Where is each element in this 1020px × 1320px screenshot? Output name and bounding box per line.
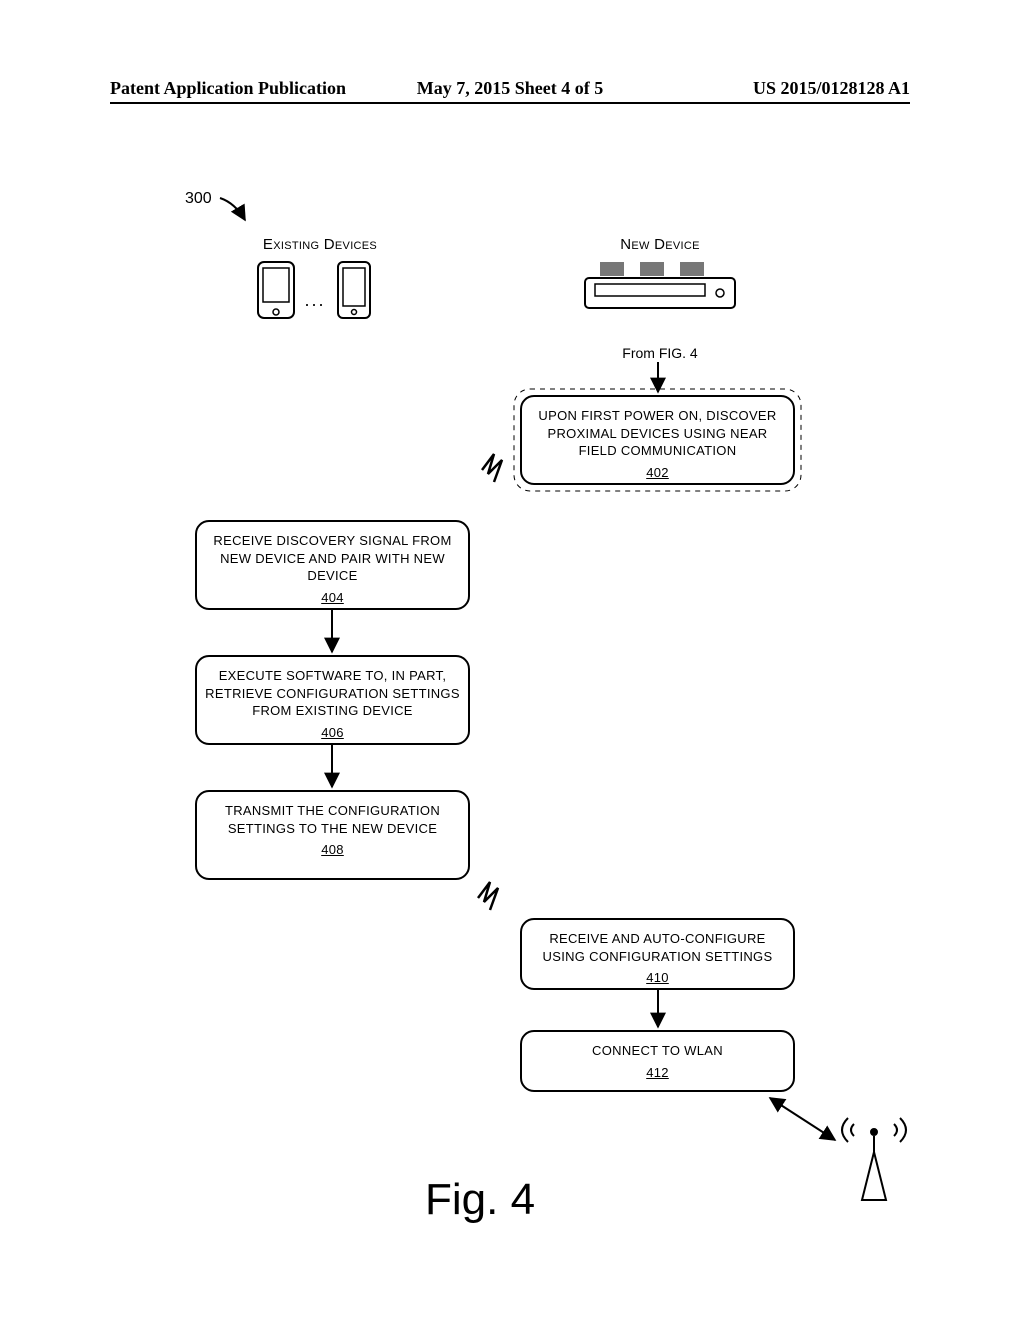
page: Patent Application Publication May 7, 20… <box>0 0 1020 1320</box>
box-406: Execute software to, in part, retrieve c… <box>195 655 470 745</box>
box-404: Receive discovery signal from new device… <box>195 520 470 610</box>
box-410: Receive and Auto-configure using configu… <box>520 918 795 990</box>
header-center: May 7, 2015 Sheet 4 of 5 <box>110 78 910 99</box>
box-402: Upon first power on, discover proximal d… <box>520 395 795 485</box>
box-406-text: Execute software to, in part, retrieve c… <box>205 668 460 718</box>
new-device-label: New Device <box>590 236 730 253</box>
settop-icon <box>585 262 735 308</box>
from-fig-label: From FIG. 4 <box>605 345 715 361</box>
box-404-ref: 404 <box>205 589 460 607</box>
phone-icon-1 <box>258 262 294 318</box>
box-410-text: Receive and Auto-configure using configu… <box>543 931 773 964</box>
phone-icon-2 <box>338 262 370 318</box>
existing-devices-label: Existing Devices <box>235 236 405 253</box>
antenna-icon <box>842 1118 906 1200</box>
box-402-ref: 402 <box>530 464 785 482</box>
box-408-ref: 408 <box>205 841 460 859</box>
box-406-ref: 406 <box>205 724 460 742</box>
box-404-text: Receive discovery signal from new device… <box>213 533 451 583</box>
spark-icon-1 <box>482 454 502 482</box>
box-412-text: Connect to WLAN <box>592 1043 723 1058</box>
box-408: Transmit the configuration settings to t… <box>195 790 470 880</box>
header-rule <box>110 102 910 104</box>
figure-caption: Fig. 4 <box>425 1175 535 1225</box>
box-408-text: Transmit the configuration settings to t… <box>225 803 440 836</box>
spark-icon-2 <box>478 882 498 910</box>
ellipsis: ... <box>300 290 330 311</box>
box-402-text: Upon first power on, discover proximal d… <box>538 408 776 458</box>
box-410-ref: 410 <box>530 969 785 987</box>
diagram-overlay <box>0 0 1020 1320</box>
box-412: Connect to WLAN 412 <box>520 1030 795 1092</box>
box-412-ref: 412 <box>530 1064 785 1082</box>
page-header: Patent Application Publication May 7, 20… <box>110 78 910 99</box>
ref-300: 300 <box>185 190 212 208</box>
